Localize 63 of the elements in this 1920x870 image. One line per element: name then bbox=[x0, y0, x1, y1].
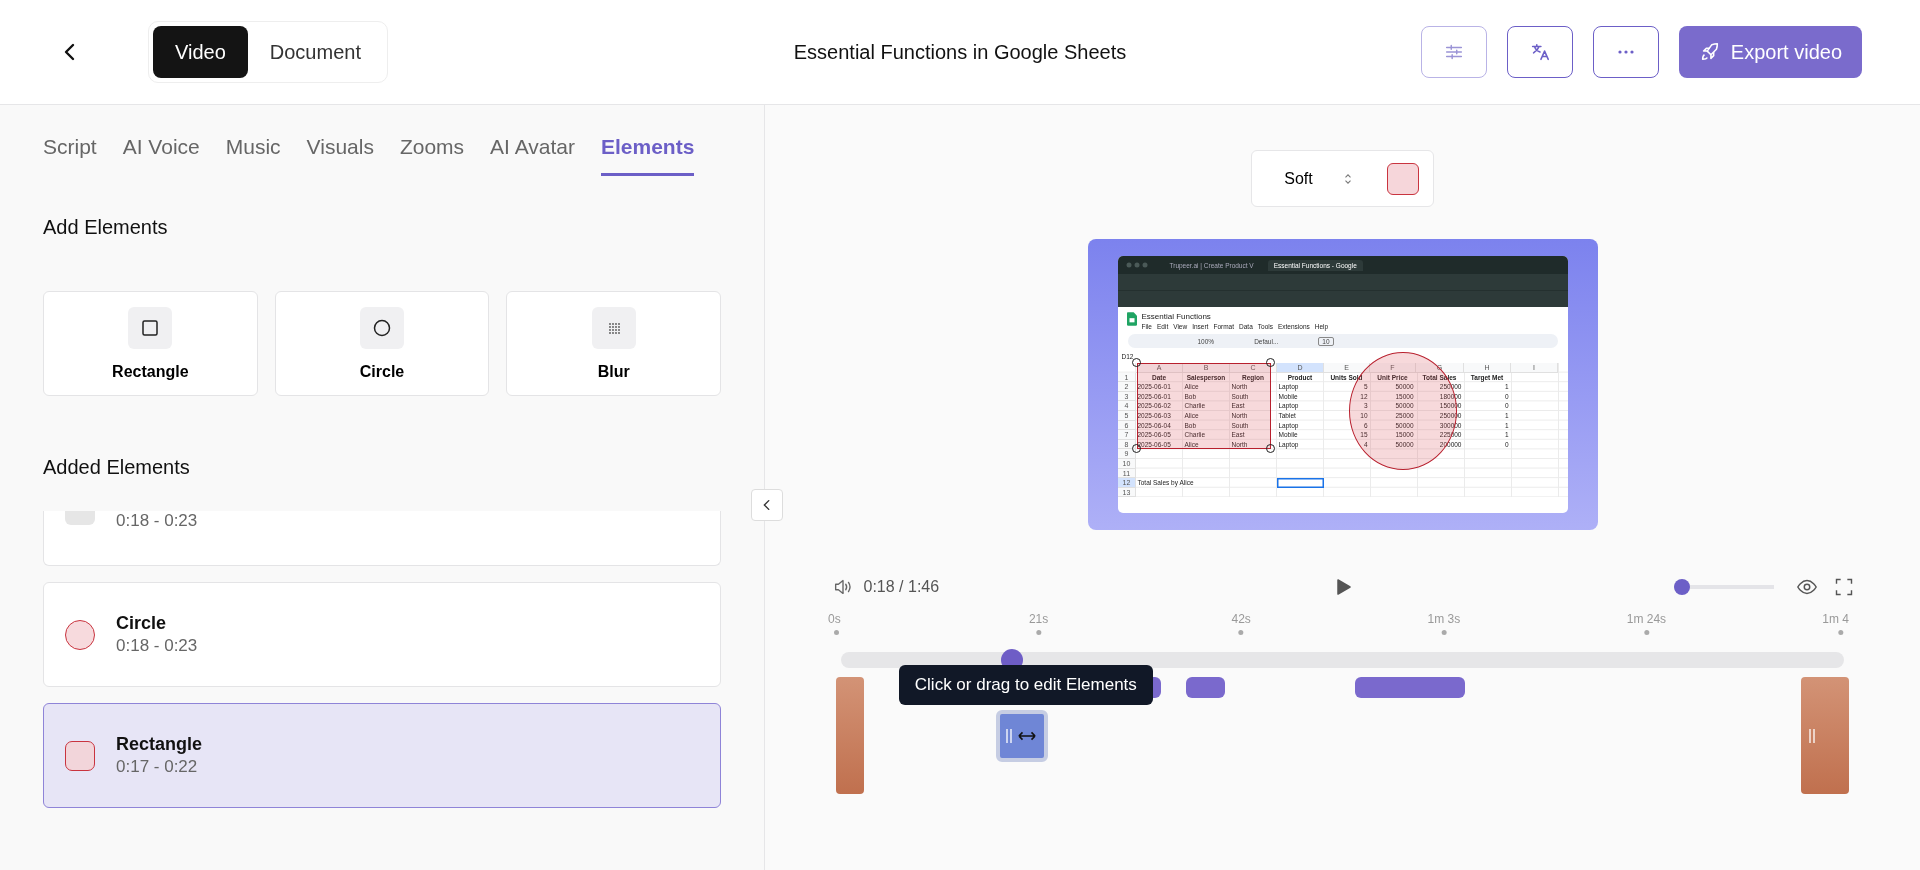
trim-handle[interactable] bbox=[1801, 677, 1849, 794]
tick-label: 1m 3s bbox=[1427, 612, 1461, 626]
dragged-clip[interactable] bbox=[996, 710, 1049, 762]
more-button[interactable] bbox=[1592, 26, 1659, 78]
dots-icon bbox=[1617, 50, 1634, 54]
add-element-card[interactable]: Rectangle bbox=[43, 291, 258, 396]
tick-label: 1m 4 bbox=[1822, 612, 1849, 626]
video-title: Essential Functions in Google Sheets bbox=[793, 40, 1127, 64]
element-clip[interactable] bbox=[1186, 677, 1225, 698]
add-element-card[interactable]: Blur bbox=[506, 291, 721, 396]
tick-label: 1m 24s bbox=[1626, 612, 1667, 626]
element-card[interactable]: Rectangle 0:17 - 0:22 bbox=[43, 703, 721, 808]
panel-tab[interactable]: AI Avatar bbox=[490, 135, 575, 176]
document-title: Essential Functions bbox=[1141, 312, 1212, 321]
circle-swatch bbox=[65, 619, 95, 650]
element-time: 0:18 - 0:23 bbox=[116, 636, 198, 656]
slider-thumb[interactable] bbox=[1673, 579, 1690, 595]
element-name: Circle bbox=[116, 613, 168, 634]
panel-tab[interactable]: Elements bbox=[600, 135, 695, 176]
tick-label: 0s bbox=[828, 612, 841, 626]
playback-time: 0:18 / 1:46 bbox=[863, 578, 940, 596]
tooltip: Click or drag to edit Elements bbox=[898, 665, 1153, 705]
grip-icon bbox=[1006, 729, 1013, 743]
element-time: 0:18 - 0:23 bbox=[116, 511, 198, 531]
sheets-icon bbox=[1126, 312, 1137, 326]
panel-tab[interactable]: Music bbox=[225, 135, 281, 176]
mode-tab[interactable]: Document bbox=[247, 26, 383, 78]
element-card[interactable]: Circle 0:18 - 0:23 bbox=[43, 582, 721, 687]
mode-tab[interactable]: Video bbox=[153, 26, 248, 78]
translate-button[interactable] bbox=[1506, 26, 1573, 78]
resize-cursor-icon bbox=[1018, 731, 1037, 741]
trim-handle[interactable] bbox=[836, 677, 864, 794]
add-element-card[interactable]: Circle bbox=[274, 291, 490, 396]
color-swatch[interactable] bbox=[1386, 162, 1419, 195]
element-clip[interactable] bbox=[1354, 677, 1466, 698]
tick-mark bbox=[1238, 630, 1244, 635]
tick-label: 42s bbox=[1231, 612, 1251, 626]
tick-label: 21s bbox=[1028, 612, 1049, 626]
square-swatch bbox=[65, 740, 95, 771]
circle-icon bbox=[372, 317, 392, 338]
element-name: Rectangle bbox=[116, 734, 203, 755]
section-heading: Added Elements bbox=[43, 456, 191, 479]
tick-mark bbox=[1441, 630, 1447, 635]
panel-tab[interactable]: Zooms bbox=[399, 135, 465, 176]
tick-mark bbox=[834, 630, 839, 635]
tick-mark bbox=[1036, 630, 1042, 635]
element-time: 0:17 - 0:22 bbox=[116, 757, 199, 777]
section-heading: Add Elements bbox=[43, 216, 169, 239]
tick-mark bbox=[1643, 630, 1649, 635]
export-button[interactable]: Export video bbox=[1678, 26, 1862, 78]
selected-cell[interactable] bbox=[1276, 478, 1324, 488]
square-icon bbox=[140, 317, 161, 338]
grip-icon bbox=[1809, 728, 1815, 743]
panel-tab[interactable]: Script bbox=[43, 135, 97, 176]
style-select[interactable]: Soft bbox=[1284, 169, 1353, 188]
timeline-track[interactable] bbox=[841, 652, 1844, 668]
panel-tab[interactable]: AI Voice bbox=[122, 135, 200, 176]
blur-swatch bbox=[65, 511, 95, 525]
fullscreen-icon[interactable] bbox=[1833, 577, 1854, 597]
tick-mark bbox=[1838, 630, 1843, 635]
panel-tab[interactable]: Visuals bbox=[306, 135, 374, 176]
up-down-icon bbox=[1342, 171, 1353, 186]
element-card[interactable]: 0:18 - 0:23 bbox=[43, 511, 721, 566]
